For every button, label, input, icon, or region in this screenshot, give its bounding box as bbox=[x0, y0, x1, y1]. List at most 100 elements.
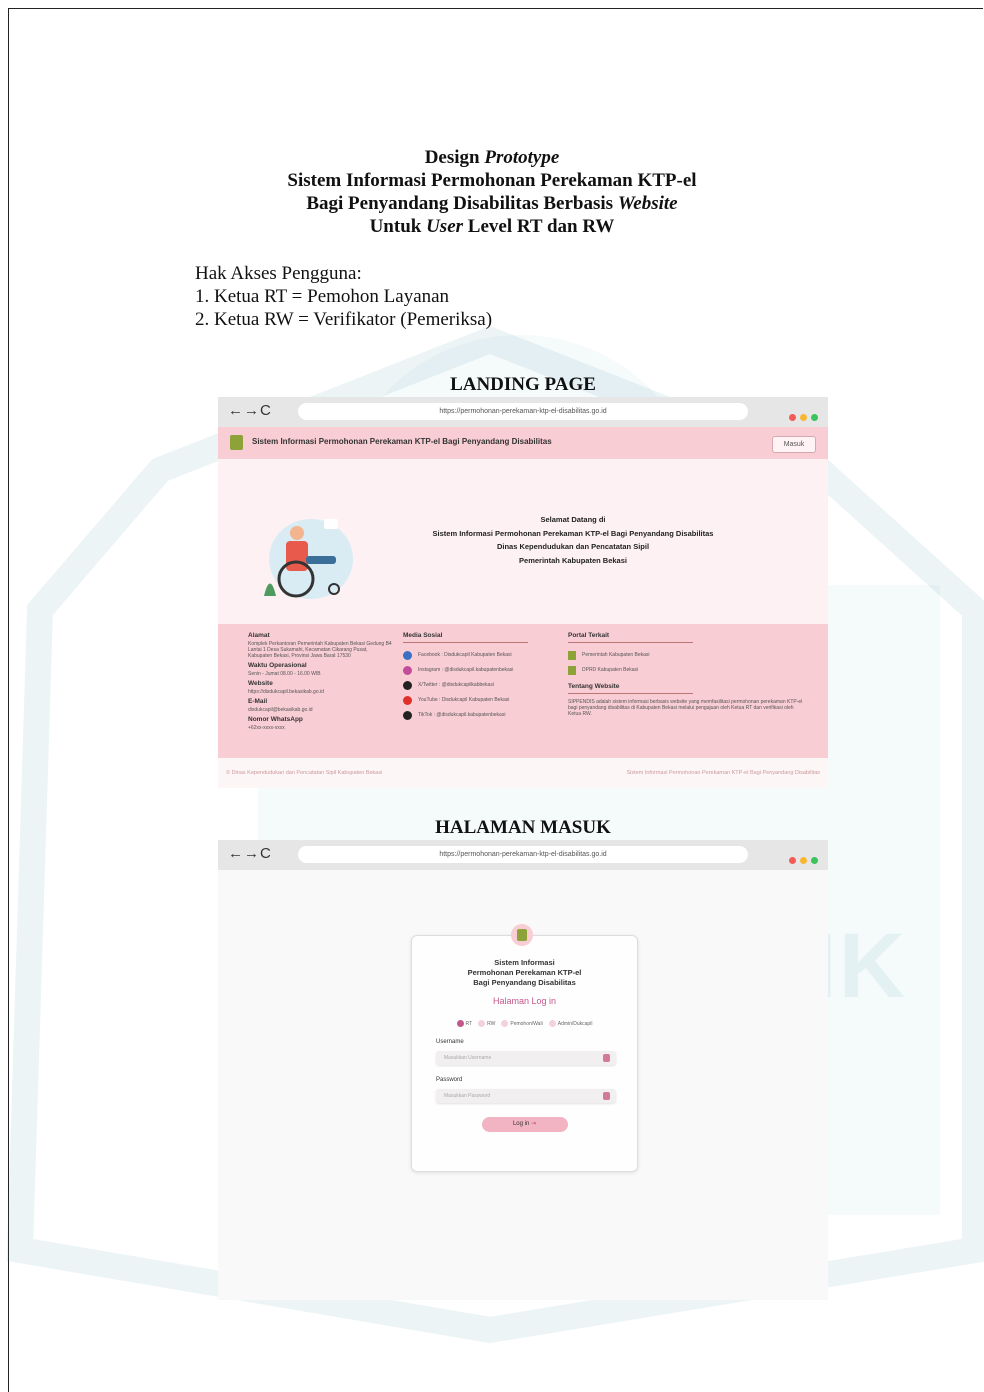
login-card-title: Sistem Informasi Permohonan Perekaman KT… bbox=[412, 958, 637, 988]
social-link-label: X/Twitter : @disdukcapilkabbekasi bbox=[418, 682, 494, 688]
access-rights-heading: Hak Akses Pengguna: bbox=[195, 263, 362, 284]
username-input[interactable]: Masukkan Username bbox=[436, 1051, 616, 1065]
welcome-line: Pemerintah Kabupaten Bekasi bbox=[519, 555, 627, 565]
close-dot-icon[interactable] bbox=[789, 857, 796, 864]
wheelchair-illustration-icon bbox=[264, 519, 353, 599]
title-line-1-italic: Prototype bbox=[484, 147, 560, 168]
lock-icon bbox=[603, 1092, 610, 1100]
about-heading: Tentang Website bbox=[568, 683, 620, 690]
kabupaten-logo-icon bbox=[230, 435, 243, 450]
website-link[interactable]: https://disdukcapil.bekasikab.go.id bbox=[248, 689, 393, 695]
username-placeholder: Masukkan Username bbox=[444, 1055, 492, 1061]
copyright-left: © Dinas Kependudukan dan Pencatatan Sipi… bbox=[226, 770, 383, 776]
welcome-line: Dinas Kependudukan dan Pencatatan Sipil bbox=[496, 542, 650, 551]
website-heading: Website bbox=[248, 680, 273, 687]
address-heading: Alamat bbox=[248, 632, 270, 639]
login-page-body: Sistem Informasi Permohonan Perekaman KT… bbox=[218, 870, 828, 1300]
role-label: Admin/Dukcapil bbox=[557, 1020, 593, 1027]
role-label: RW bbox=[487, 1020, 496, 1027]
email-heading: E-Mail bbox=[248, 698, 268, 705]
radio-icon bbox=[456, 1020, 464, 1027]
username-label: Username bbox=[436, 1039, 464, 1045]
kabupaten-logo-icon bbox=[568, 650, 576, 660]
divider bbox=[568, 693, 693, 694]
title-line-1-text: Design bbox=[424, 147, 485, 168]
maximize-dot-icon[interactable] bbox=[811, 857, 818, 864]
role-option-rw[interactable]: RW bbox=[478, 1020, 495, 1027]
address-text: Komplek Perkantoran Pemerintah Kabupaten… bbox=[248, 641, 392, 659]
welcome-line: Sistem Informasi Permohonan Perekaman KT… bbox=[432, 528, 714, 538]
portal-link[interactable]: DPRD Kabupaten Bekasi bbox=[568, 663, 803, 677]
window-controls bbox=[785, 408, 818, 426]
email-link[interactable]: disdukcapil@bekasikab.go.id bbox=[248, 707, 393, 713]
role-option-pemohon[interactable]: Pemohon/Wali bbox=[501, 1020, 543, 1027]
browser-nav-icons[interactable]: ←→C bbox=[228, 845, 272, 862]
password-label: Password bbox=[436, 1077, 463, 1083]
browser-url-bar[interactable]: https://permohonan-perekaman-ktp-el-disa… bbox=[298, 403, 748, 420]
minimize-dot-icon[interactable] bbox=[800, 857, 807, 864]
social-link-twitter[interactable]: X/Twitter : @disdukcapilkabbekasi bbox=[403, 678, 538, 692]
window-controls bbox=[785, 851, 818, 869]
social-link-label: TikTok : @disdukcapil.kabupatenbekasi bbox=[418, 712, 506, 718]
role-option-admin[interactable]: Admin/Dukcapil bbox=[548, 1020, 593, 1027]
copyright-bar: © Dinas Kependudukan dan Pencatatan Sipi… bbox=[218, 758, 828, 788]
login-section-title: HALAMAN MASUK bbox=[435, 817, 611, 838]
instagram-icon bbox=[403, 665, 412, 675]
submit-login-button[interactable]: Log in ⇥ bbox=[481, 1117, 568, 1132]
hero-section: Selamat Datang di Sistem Informasi Permo… bbox=[218, 459, 828, 624]
social-link-instagram[interactable]: Instagram : @disdukcapil.kabupatenbekasi bbox=[403, 663, 538, 677]
portal-heading: Portal Terkait bbox=[568, 632, 610, 639]
app-title: Sistem Informasi Permohonan Perekaman KT… bbox=[252, 437, 552, 446]
role-selector: RT RW Pemohon/Wali Admin/Dukcapil bbox=[412, 1020, 637, 1027]
social-link-facebook[interactable]: Facebook : Disdukcapil Kabupaten Bekasi bbox=[403, 648, 538, 662]
close-dot-icon[interactable] bbox=[789, 414, 796, 421]
social-link-youtube[interactable]: YouTube : Disdukcapil Kabupaten Bekasi bbox=[403, 693, 538, 707]
portal-link[interactable]: Pemerintah Kabupaten Bekasi bbox=[568, 648, 803, 662]
login-arrow-icon: ⇥ bbox=[531, 1121, 537, 1127]
login-button[interactable]: Masuk bbox=[772, 436, 816, 453]
title-line-3: Bagi Penyandang Disabilitas Berbasis Web… bbox=[0, 192, 984, 215]
login-card: Sistem Informasi Permohonan Perekaman KT… bbox=[411, 924, 638, 1172]
maximize-dot-icon[interactable] bbox=[811, 414, 818, 421]
title-line-3-text: Bagi Penyandang Disabilitas Berbasis bbox=[306, 193, 618, 214]
role-option-rt[interactable]: RT bbox=[456, 1020, 472, 1027]
portal-link-label: Pemerintah Kabupaten Bekasi bbox=[582, 652, 650, 658]
divider bbox=[568, 642, 693, 643]
card-title-line: Permohonan Perekaman KTP-el bbox=[467, 968, 582, 977]
hours-text: Senin - Jumat 08.00 - 16.00 WIB bbox=[248, 671, 321, 677]
portal-link-label: DPRD Kabupaten Bekasi bbox=[582, 667, 639, 673]
browser-nav-icons[interactable]: ←→C bbox=[228, 402, 272, 419]
social-heading: Media Sosial bbox=[403, 632, 443, 639]
login-mockup: ←→C https://permohonan-perekaman-ktp-el-… bbox=[218, 840, 828, 1300]
radio-icon bbox=[478, 1020, 486, 1027]
browser-url-bar[interactable]: https://permohonan-perekaman-ktp-el-disa… bbox=[298, 846, 748, 863]
password-placeholder: Masukkan Password bbox=[444, 1093, 491, 1099]
radio-icon bbox=[501, 1020, 509, 1027]
access-rights-item: 1. Ketua RT = Pemohon Layanan bbox=[195, 286, 450, 307]
title-line-4-suffix: Level RT dan RW bbox=[463, 216, 615, 237]
hours-heading: Waktu Operasional bbox=[248, 662, 307, 669]
card-title-line: Bagi Penyandang Disabilitas bbox=[473, 978, 576, 987]
role-label: Pemohon/Wali bbox=[510, 1020, 543, 1027]
card-title-line: Sistem Informasi bbox=[494, 958, 555, 967]
footer-contact: Alamat Komplek Perkantoran Pemerintah Ka… bbox=[248, 632, 393, 731]
title-line-4: Untuk User Level RT dan RW bbox=[0, 215, 984, 238]
minimize-dot-icon[interactable] bbox=[800, 414, 807, 421]
footer-social: Media Sosial Facebook : Disdukcapil Kabu… bbox=[403, 632, 538, 723]
x-twitter-icon bbox=[403, 680, 412, 690]
youtube-icon bbox=[403, 695, 412, 705]
title-line-3-italic: Website bbox=[617, 193, 678, 214]
whatsapp-number: +62xx-xxxx-xxxx bbox=[248, 725, 285, 731]
title-line-2: Sistem Informasi Permohonan Perekaman KT… bbox=[287, 170, 697, 191]
facebook-icon bbox=[403, 650, 412, 660]
kabupaten-logo-icon bbox=[511, 924, 533, 946]
social-link-tiktok[interactable]: TikTok : @disdukcapil.kabupatenbekasi bbox=[403, 708, 538, 722]
login-button-label: Log in bbox=[512, 1121, 530, 1127]
about-text: SIPPENDIS adalah sistem informasi berbas… bbox=[568, 699, 803, 717]
landing-section-title: LANDING PAGE bbox=[450, 374, 596, 395]
footer: Alamat Komplek Perkantoran Pemerintah Ka… bbox=[218, 624, 828, 758]
social-link-label: Facebook : Disdukcapil Kabupaten Bekasi bbox=[418, 652, 512, 658]
password-input[interactable]: Masukkan Password bbox=[436, 1089, 616, 1103]
landing-mockup: ←→C https://permohonan-perekaman-ktp-el-… bbox=[218, 397, 828, 788]
access-rights-item: 2. Ketua RW = Verifikator (Pemeriksa) bbox=[195, 309, 493, 330]
